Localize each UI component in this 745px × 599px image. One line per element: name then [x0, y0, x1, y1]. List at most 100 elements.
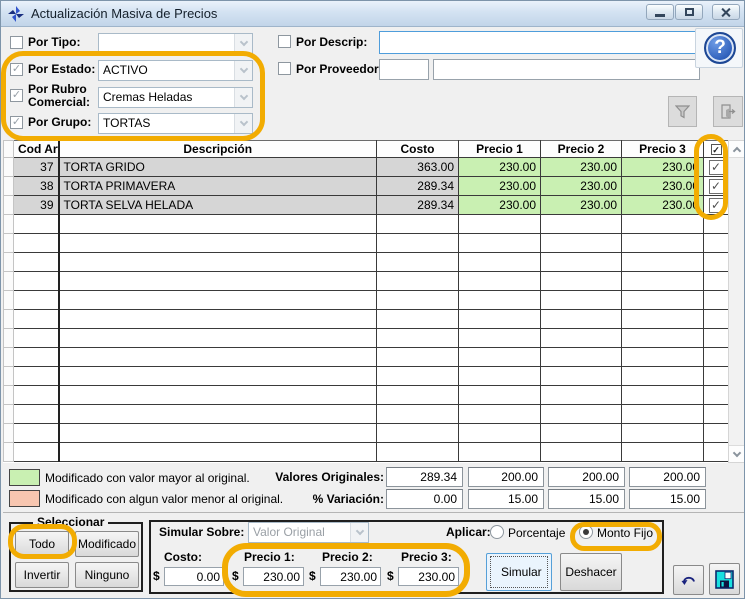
row-checkbox[interactable]: ✓	[709, 160, 724, 175]
cell-descripcion[interactable]: TORTA SELVA HELADA	[59, 196, 377, 215]
scroll-down-button[interactable]	[729, 445, 744, 462]
invertir-button[interactable]: Invertir	[15, 562, 69, 588]
select-all-checkbox[interactable]: ✓	[711, 144, 722, 155]
table-row[interactable]: 39TORTA SELVA HELADA289.34230.00230.0023…	[4, 196, 729, 215]
row-selector-cell	[4, 386, 14, 405]
cell-checkbox[interactable]: ✓	[704, 158, 729, 177]
por-tipo-dropdown[interactable]	[98, 33, 253, 54]
por-grupo-checkbox[interactable]: ✓	[10, 116, 23, 129]
cell-precio1[interactable]: 230.00	[459, 158, 541, 177]
row-checkbox[interactable]: ✓	[709, 179, 724, 194]
col-costo[interactable]: Costo	[377, 141, 459, 158]
help-button[interactable]: ?	[695, 28, 743, 68]
cell-costo[interactable]: 289.34	[377, 196, 459, 215]
chevron-down-icon[interactable]	[234, 88, 252, 107]
save-button[interactable]	[709, 563, 740, 595]
row-selector-cell[interactable]	[4, 158, 14, 177]
ninguno-button[interactable]: Ninguno	[75, 562, 139, 588]
col-descripcion[interactable]: Descripción	[59, 141, 377, 158]
cell-cod-art[interactable]: 37	[14, 158, 59, 177]
filter-button[interactable]	[668, 96, 697, 127]
monto-fijo-label[interactable]: Monto Fijo	[597, 526, 653, 540]
proveedor-code-input[interactable]	[379, 59, 429, 80]
row-checkbox[interactable]: ✓	[709, 198, 724, 213]
currency-precio2: $	[309, 569, 316, 583]
undo-button[interactable]	[673, 565, 704, 595]
porcentaje-radio[interactable]	[490, 525, 504, 539]
modificado-button[interactable]: Modificado	[75, 531, 139, 557]
por-grupo-dropdown[interactable]: TORTAS	[98, 113, 253, 134]
por-rubro-dropdown[interactable]: Cremas Heladas	[98, 87, 253, 108]
cell-precio1[interactable]: 230.00	[459, 177, 541, 196]
monto-fijo-radio[interactable]	[579, 525, 593, 539]
cell-precio3[interactable]: 230.00	[622, 158, 704, 177]
por-estado-dropdown[interactable]: ACTIVO	[98, 60, 253, 81]
todo-button[interactable]: Todo	[15, 531, 69, 557]
simular-sobre-label: Simular Sobre:	[159, 525, 244, 539]
chevron-down-icon[interactable]	[234, 34, 252, 53]
cell-costo[interactable]: 289.34	[377, 177, 459, 196]
por-tipo-checkbox[interactable]	[10, 36, 23, 49]
empty-cell	[459, 348, 541, 367]
precio3-input[interactable]	[398, 567, 459, 586]
row-selector-cell	[4, 234, 14, 253]
proveedor-name-input[interactable]	[433, 59, 700, 80]
empty-cell	[59, 386, 377, 405]
scroll-up-button[interactable]	[729, 141, 744, 158]
chevron-down-icon[interactable]	[350, 523, 368, 542]
cell-checkbox[interactable]: ✓	[704, 177, 729, 196]
variacion-label: % Variación:	[251, 492, 384, 506]
title-bar[interactable]: Actualización Masiva de Precios	[1, 1, 744, 27]
exit-button[interactable]	[713, 96, 743, 127]
cell-precio3[interactable]: 230.00	[622, 177, 704, 196]
empty-cell	[59, 215, 377, 234]
cell-descripcion[interactable]: TORTA PRIMAVERA	[59, 177, 377, 196]
simular-sobre-dropdown[interactable]: Valor Original	[248, 522, 369, 543]
por-descrip-checkbox[interactable]	[278, 35, 291, 48]
cell-precio2[interactable]: 230.00	[541, 196, 622, 215]
maximize-button[interactable]	[675, 4, 703, 20]
cell-precio2[interactable]: 230.00	[541, 177, 622, 196]
cell-cod-art[interactable]: 38	[14, 177, 59, 196]
empty-cell	[59, 367, 377, 386]
porcentaje-label[interactable]: Porcentaje	[508, 526, 565, 540]
original-precio2	[548, 467, 625, 487]
empty-cell	[541, 348, 622, 367]
simular-button[interactable]: Simular	[486, 553, 552, 591]
deshacer-button[interactable]: Deshacer	[560, 553, 622, 591]
col-cod-art[interactable]: Cod Art.	[14, 141, 59, 158]
col-select[interactable]: ✓	[704, 141, 729, 158]
empty-cell	[622, 291, 704, 310]
col-precio2[interactable]: Precio 2	[541, 141, 622, 158]
row-selector-cell[interactable]	[4, 196, 14, 215]
empty-cell	[459, 310, 541, 329]
precio1-input[interactable]	[243, 567, 304, 586]
table-scrollbar[interactable]	[728, 140, 745, 463]
empty-cell	[14, 253, 59, 272]
col-precio3[interactable]: Precio 3	[622, 141, 704, 158]
cell-cod-art[interactable]: 39	[14, 196, 59, 215]
empty-cell	[459, 443, 541, 462]
cell-precio1[interactable]: 230.00	[459, 196, 541, 215]
por-proveedor-checkbox[interactable]	[278, 62, 291, 75]
precio2-input[interactable]	[320, 567, 381, 586]
chevron-down-icon[interactable]	[234, 61, 252, 80]
row-selector-cell[interactable]	[4, 177, 14, 196]
por-estado-checkbox[interactable]: ✓	[10, 63, 23, 76]
exit-door-icon	[720, 104, 736, 119]
por-descrip-input[interactable]	[379, 31, 699, 54]
por-rubro-checkbox[interactable]: ✓	[10, 89, 23, 102]
costo-input[interactable]	[164, 567, 224, 586]
col-precio1[interactable]: Precio 1	[459, 141, 541, 158]
cell-descripcion[interactable]: TORTA GRIDO	[59, 158, 377, 177]
cell-costo[interactable]: 363.00	[377, 158, 459, 177]
cell-precio2[interactable]: 230.00	[541, 158, 622, 177]
cell-checkbox[interactable]: ✓	[704, 196, 729, 215]
empty-cell	[14, 272, 59, 291]
table-row[interactable]: 37TORTA GRIDO363.00230.00230.00230.00✓	[4, 158, 729, 177]
cell-precio3[interactable]: 230.00	[622, 196, 704, 215]
chevron-down-icon[interactable]	[234, 114, 252, 133]
table-row[interactable]: 38TORTA PRIMAVERA289.34230.00230.00230.0…	[4, 177, 729, 196]
minimize-button[interactable]	[646, 4, 674, 20]
close-button[interactable]	[712, 4, 740, 20]
